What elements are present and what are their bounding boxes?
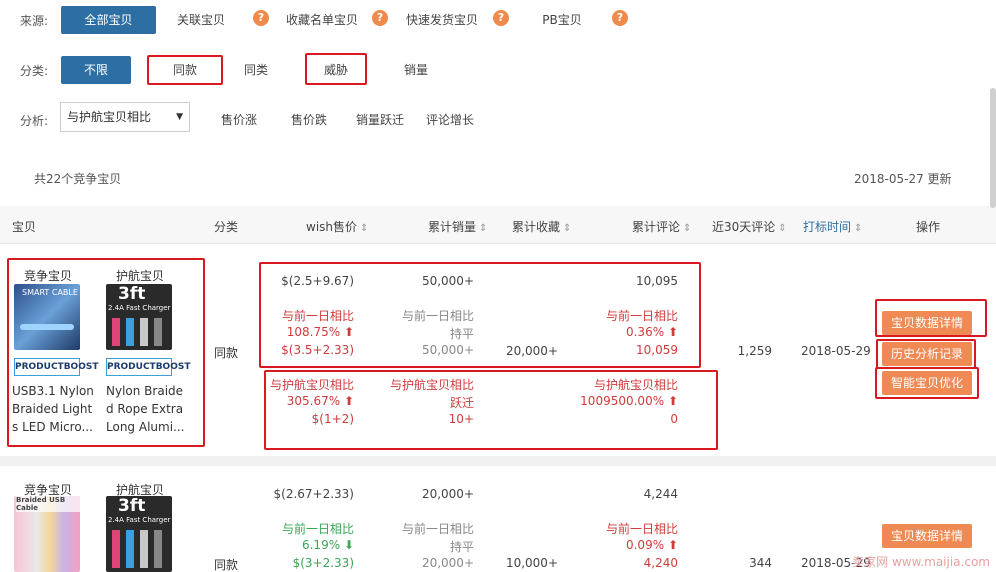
category-cell: 同款: [214, 346, 239, 360]
analysis-sales-jump-button[interactable]: 销量跃迁: [350, 106, 410, 134]
reviews-day-value: 4,240: [643, 556, 678, 570]
analysis-label: 分析:: [20, 114, 49, 128]
reviews-30d-cell: 344: [749, 556, 772, 570]
header-actions: 操作: [916, 220, 941, 234]
help-icon[interactable]: ?: [253, 10, 269, 26]
reviews-cell: 4,244: [643, 487, 678, 501]
analysis-price-up-button[interactable]: 售价涨: [210, 106, 268, 134]
sales-cell: 20,000+: [421, 487, 474, 501]
source-fast-ship-button[interactable]: 快速发货宝贝: [400, 6, 484, 34]
analysis-select-value: 与护航宝贝相比: [67, 110, 152, 124]
category-label: 分类:: [20, 64, 49, 78]
price-cell: $(2.67+2.33): [273, 487, 355, 501]
source-all-button[interactable]: 全部宝贝: [61, 6, 156, 34]
help-icon[interactable]: ?: [493, 10, 509, 26]
competitor-count: 共22个竞争宝贝: [34, 172, 122, 186]
reviews-30d-cell: 1,259: [737, 344, 772, 358]
header-reviews[interactable]: 累计评论 ⇕: [632, 218, 691, 235]
sales-day-status: 持平: [449, 540, 474, 554]
table-header: 宝贝 分类 wish售价 ⇕ 累计销量 ⇕ 累计收藏 ⇕ 累计评论 ⇕ 近30天评论 ⇕ …: [0, 206, 996, 244]
favorites-cell: 10,000+: [505, 556, 558, 570]
highlight-box: [305, 53, 367, 85]
tag-date-cell: 2018-05-29: [801, 344, 871, 358]
sort-icon[interactable]: ⇕: [854, 223, 862, 234]
product-detail-button[interactable]: 宝贝数据详情: [882, 524, 972, 548]
header-tag-date[interactable]: 打标时间 ⇕: [803, 218, 862, 235]
analysis-select[interactable]: 与护航宝贝相比 ▼: [60, 102, 190, 132]
update-time: 2018-05-27 更新: [854, 172, 952, 186]
highlight-box: [875, 299, 987, 337]
source-label: 来源:: [20, 14, 49, 28]
watermark: 卖家网 www.maijia.com: [852, 555, 990, 569]
source-pb-button[interactable]: PB宝贝: [530, 6, 594, 34]
category-cell: 同款: [214, 558, 239, 572]
scrollbar[interactable]: [990, 88, 996, 208]
sort-icon[interactable]: ⇕: [563, 223, 571, 234]
highlight-box: [876, 339, 976, 369]
header-favorites[interactable]: 累计收藏 ⇕: [512, 218, 571, 235]
highlight-box: [264, 370, 718, 450]
category-any-button[interactable]: 不限: [61, 56, 131, 84]
header-product: 宝贝: [12, 220, 37, 234]
source-favorites-button[interactable]: 收藏名单宝贝: [280, 6, 364, 34]
highlight-box: [147, 55, 223, 85]
header-price[interactable]: wish售价 ⇕: [306, 218, 368, 235]
row-divider: [0, 456, 996, 466]
price-day-change: 6.19% ⬇: [301, 538, 354, 552]
source-related-button[interactable]: 关联宝贝: [168, 6, 234, 34]
header-sales[interactable]: 累计销量 ⇕: [428, 218, 487, 235]
arrow-up-icon: ⬆: [667, 538, 678, 552]
highlight-box: [259, 262, 701, 368]
sales-day-label: 与前一日相比: [401, 522, 474, 536]
escort-thumbnail[interactable]: 3ft 2.4A Fast Charger: [106, 496, 172, 572]
sales-day-value: 20,000+: [421, 556, 474, 570]
sort-icon[interactable]: ⇕: [479, 223, 487, 234]
competitor-thumbnail[interactable]: Braided USB Cable: [14, 496, 80, 572]
sort-icon[interactable]: ⇕: [778, 223, 786, 234]
reviews-day-change: 0.09% ⬆: [625, 538, 678, 552]
sort-icon[interactable]: ⇕: [360, 223, 368, 234]
category-sales-button[interactable]: 销量: [388, 56, 444, 84]
caret-down-icon: ▼: [176, 112, 183, 122]
help-icon[interactable]: ?: [372, 10, 388, 26]
price-day-value: $(3+2.33): [292, 556, 354, 570]
analysis-review-growth-button[interactable]: 评论增长: [420, 106, 480, 134]
arrow-down-icon: ⬇: [343, 538, 354, 552]
price-day-label: 与前一日相比: [281, 522, 354, 536]
highlight-box: [7, 258, 205, 447]
reviews-day-label: 与前一日相比: [605, 522, 678, 536]
category-similar-button[interactable]: 同类: [228, 56, 284, 84]
help-icon[interactable]: ?: [612, 10, 628, 26]
sort-icon[interactable]: ⇕: [683, 223, 691, 234]
header-reviews-30d[interactable]: 近30天评论 ⇕: [712, 218, 787, 235]
analysis-price-down-button[interactable]: 售价跌: [280, 106, 338, 134]
header-category: 分类: [214, 220, 239, 234]
highlight-box: [875, 367, 979, 399]
